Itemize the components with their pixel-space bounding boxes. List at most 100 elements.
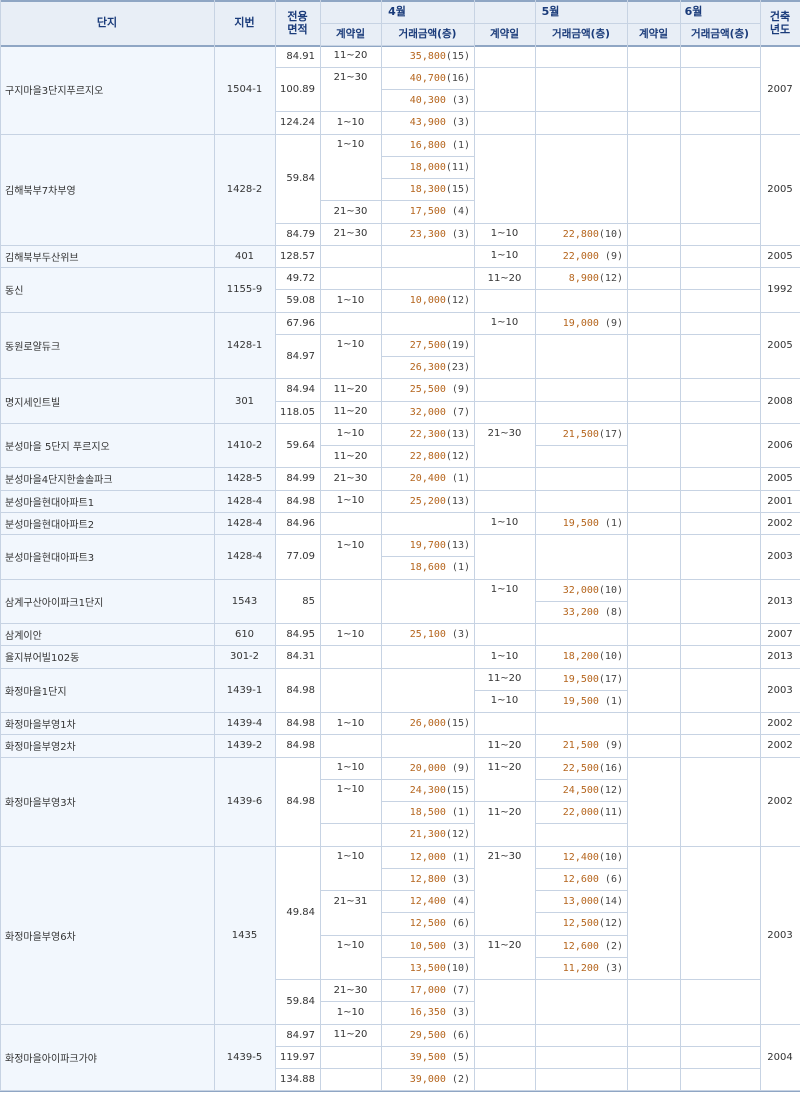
floor-count: (5) — [445, 1051, 470, 1063]
grid-line — [535, 445, 627, 446]
grid-line — [320, 578, 381, 580]
lot-number: 401 — [214, 245, 275, 268]
price-amount: 21,500 — [562, 428, 599, 440]
build-year: 2003 — [767, 551, 793, 563]
floor-count: (15) — [445, 50, 470, 62]
floor-count: (3) — [445, 95, 470, 107]
exclusive-area: 67.96 — [286, 317, 315, 329]
build-year: 2003 — [767, 929, 793, 941]
price-amount: 13,000 — [562, 896, 599, 908]
price-amount: 32,000 — [562, 584, 599, 596]
floor-count: (16) — [445, 72, 470, 84]
grid-line — [381, 623, 474, 624]
grid-line — [474, 222, 535, 224]
price-cell: 19,500 (1) — [535, 512, 627, 534]
price-cell: 22,800 (10) — [535, 223, 627, 245]
exclusive-area: 84.97 — [286, 1029, 315, 1041]
price-amount: 26,000 — [409, 718, 446, 730]
grid-line — [320, 22, 760, 24]
grid-line — [320, 44, 381, 46]
complex-name: 삼계이안 — [0, 623, 214, 646]
grid-line — [320, 1001, 381, 1003]
lot-number: 1428-5 — [214, 467, 275, 490]
grid-line — [381, 756, 474, 758]
price-amount: 19,500 — [562, 673, 599, 685]
price-amount: 39,500 — [409, 1051, 446, 1063]
price-cell: 11,200 (3) — [535, 957, 627, 979]
grid-line — [535, 600, 627, 602]
price-amount: 19,000 — [562, 317, 599, 329]
grid-line — [320, 378, 381, 380]
price-cell: 25,200 (13) — [381, 490, 474, 512]
grid-line — [381, 422, 474, 424]
grid-line — [320, 734, 381, 736]
price-amount: 35,800 — [409, 50, 446, 62]
grid-line — [320, 979, 381, 980]
price-cell: 25,100 (3) — [381, 624, 474, 646]
grid-line — [474, 534, 535, 535]
exclusive-area: 84.79 — [286, 228, 315, 240]
price-cell: 32,000 (7) — [381, 401, 474, 423]
floor-count: (3) — [445, 873, 470, 885]
grid-line — [381, 1023, 474, 1025]
grid-line — [381, 222, 474, 224]
complex-name: 분성마을 5단지 푸르지오 — [0, 423, 214, 468]
grid-line — [381, 845, 474, 847]
floor-count: (10) — [598, 584, 623, 596]
grid-line — [535, 333, 627, 335]
build-year: 2003 — [767, 684, 793, 696]
price-cell: 16,350 (3) — [381, 1002, 474, 1024]
price-cell: 10,500 (3) — [381, 935, 474, 957]
price-amount: 12,800 — [409, 873, 446, 885]
grid-line — [474, 244, 535, 246]
grid-line — [535, 623, 627, 624]
lot-number: 1428-4 — [214, 512, 275, 535]
build-year: 2013 — [767, 595, 793, 607]
complex-name: 분성마을현대아파트1 — [0, 490, 214, 513]
floor-count: (17) — [598, 673, 623, 685]
grid-line — [320, 467, 381, 469]
lot-number: 1439-6 — [214, 757, 275, 846]
contract-day: 1~10 — [336, 762, 365, 773]
grid-line — [381, 1090, 474, 1092]
grid-line — [380, 0, 382, 1091]
grid-line — [381, 467, 474, 469]
floor-count: (2) — [445, 1074, 470, 1086]
price-amount: 12,000 — [409, 851, 446, 863]
price-amount: 25,500 — [409, 384, 446, 396]
build-year: 2002 — [767, 796, 793, 807]
contract-day: 1~10 — [490, 250, 519, 262]
contract-day: 1~10 — [336, 539, 365, 551]
price-cell: 27,500 (19) — [381, 334, 474, 356]
grid-line — [320, 1045, 381, 1047]
price-amount: 22,000 — [562, 250, 599, 262]
contract-day: 1~10 — [336, 628, 365, 640]
price-cell: 19,500 (17) — [535, 668, 627, 690]
contract-day: 11~20 — [487, 739, 522, 751]
price-cell: 24,500 (12) — [535, 779, 627, 801]
price-amount: 10,500 — [409, 940, 446, 952]
floor-count: (1) — [445, 851, 470, 863]
price-amount: 12,600 — [562, 940, 599, 952]
grid-line — [381, 645, 474, 647]
price-cell: 18,300 (15) — [381, 179, 474, 201]
build-year: 2005 — [767, 250, 793, 262]
grid-line — [535, 244, 627, 246]
price-amount: 20,400 — [409, 473, 446, 485]
grid-line — [535, 712, 627, 713]
floor-count: (13) — [445, 428, 470, 440]
contract-day: 1~10 — [336, 116, 365, 128]
contract-day: 1~10 — [490, 650, 519, 662]
price-amount: 40,300 — [409, 95, 446, 107]
grid-line — [474, 845, 535, 847]
header-contract-day: 계약일 — [474, 23, 535, 45]
price-amount: 23,300 — [409, 228, 446, 240]
header-contract-day: 계약일 — [627, 23, 680, 45]
floor-count: (3) — [445, 117, 470, 129]
price-amount: 16,350 — [409, 1007, 446, 1019]
header-month: 6월 — [627, 0, 760, 23]
price-cell: 24,300 (15) — [381, 779, 474, 801]
lot-number: 301 — [214, 378, 275, 424]
floor-count: (11) — [598, 807, 623, 819]
floor-count: (16) — [598, 762, 623, 774]
